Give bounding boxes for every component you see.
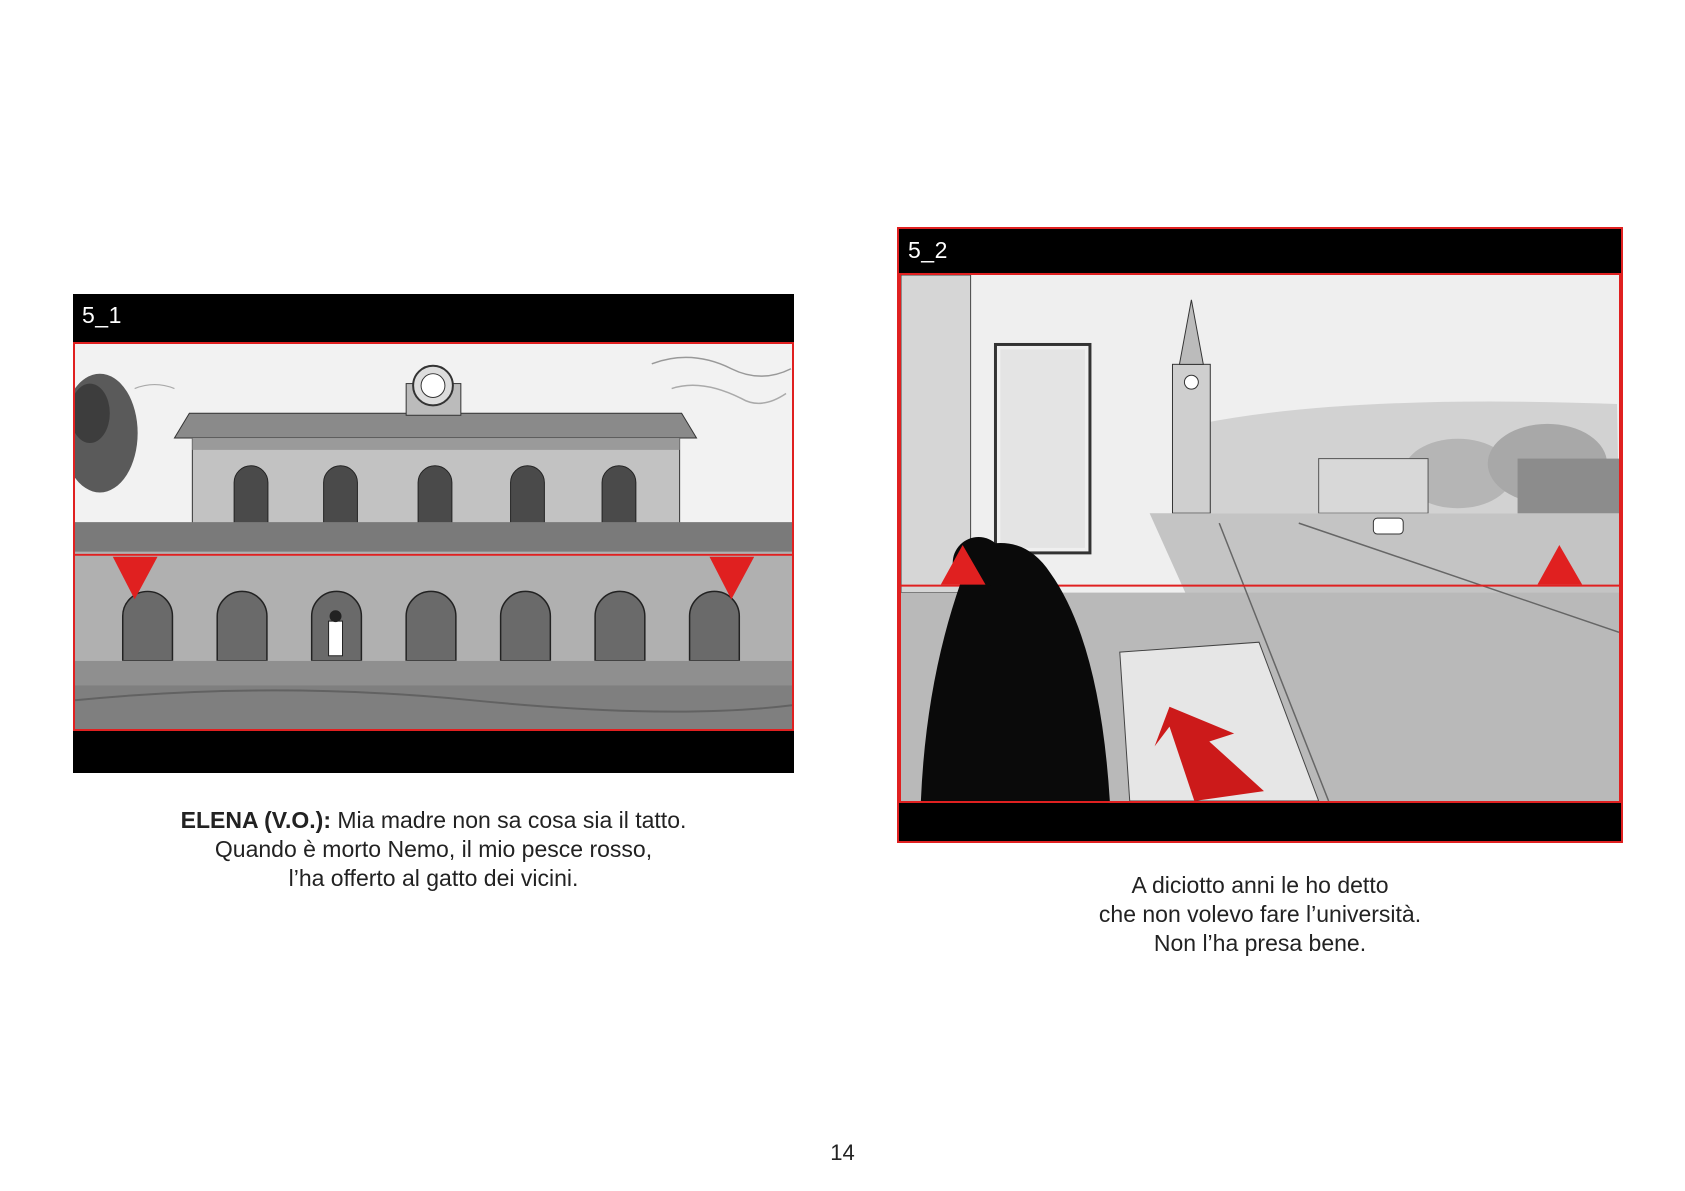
panel-image-frame xyxy=(73,342,794,731)
caption-line: che non volevo fare l’università. xyxy=(1098,901,1422,927)
station-sketch xyxy=(75,344,792,729)
panel-label: 5_1 xyxy=(82,302,122,328)
storyboard-panel-5-2: 5_2 xyxy=(897,227,1623,843)
panel-caption-5-2: A diciotto anni le ho detto che non vole… xyxy=(899,871,1621,958)
caption-line: l’ha offerto al gatto dei vicini. xyxy=(288,865,579,891)
street-sketch xyxy=(901,275,1619,801)
panel-caption-5-1: ELENA (V.O.): Mia madre non sa cosa sia … xyxy=(73,806,794,893)
panel-image-frame xyxy=(899,273,1621,803)
storyboard-panel-5-1: 5_1 xyxy=(73,294,794,773)
page-number: 14 xyxy=(830,1140,855,1165)
caption-line: ELENA (V.O.): Mia madre non sa cosa sia … xyxy=(180,807,687,833)
caption-line: Non l’ha presa bene. xyxy=(1153,930,1367,956)
speaker-name: ELENA (V.O.): xyxy=(180,807,331,833)
panel-label: 5_2 xyxy=(908,237,948,263)
caption-line: A diciotto anni le ho detto xyxy=(1131,872,1389,898)
caption-line: Quando è morto Nemo, il mio pesce rosso, xyxy=(214,836,653,862)
